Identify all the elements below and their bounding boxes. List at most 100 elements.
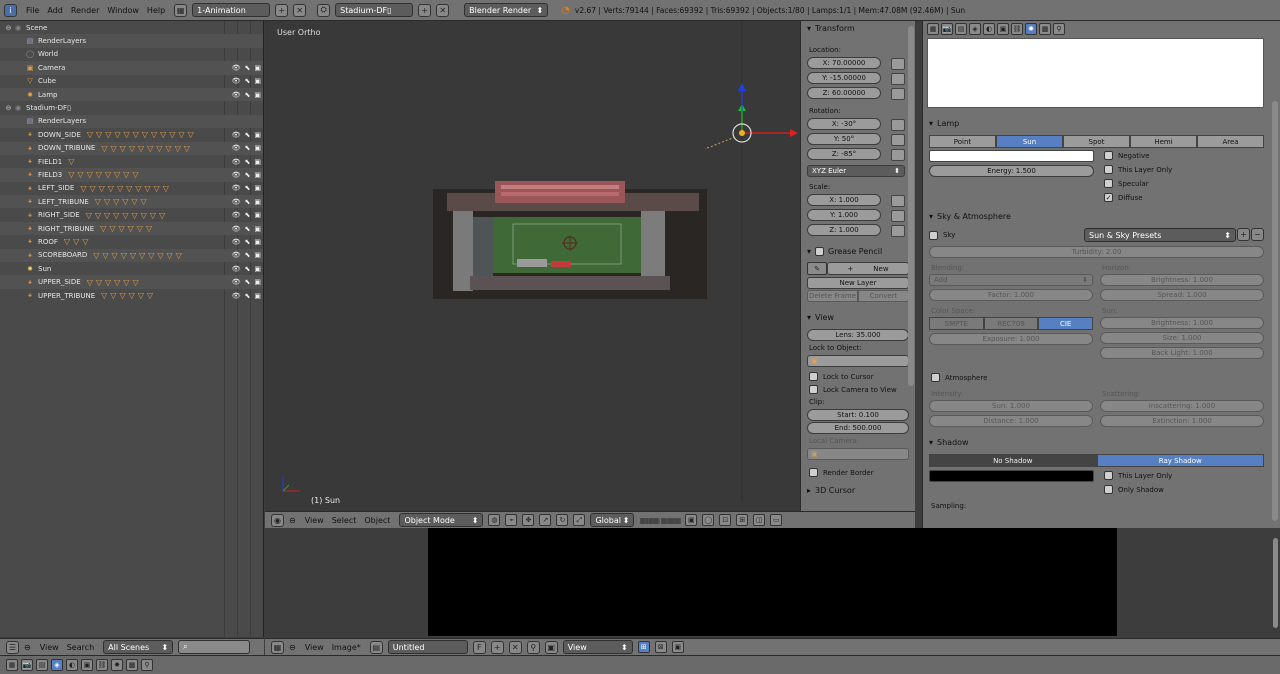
back-light-field[interactable]: Back Light: 1.000 xyxy=(1100,347,1264,359)
scene-icon[interactable]: ⛭ xyxy=(317,3,331,17)
color-space-smpte[interactable]: SMPTE xyxy=(929,317,984,330)
browse-image-icon[interactable]: ▤ xyxy=(369,640,383,654)
outliner-item-label[interactable]: LEFT_TRIBUNE xyxy=(38,198,89,206)
outliner[interactable]: ⊖ ◉ Scene ▤ RenderLayers ◯ World ▣ Camera 👁 ⬉ ▣ ▽ Cub… xyxy=(0,21,264,637)
select-arrow-icon[interactable]: ⬉ xyxy=(245,131,251,139)
select-arrow-icon[interactable]: ⬉ xyxy=(245,144,251,152)
object-tab-icon[interactable]: ▣ xyxy=(81,659,93,671)
checkbox[interactable] xyxy=(809,385,818,394)
render-tab-icon[interactable]: 📷 xyxy=(941,22,953,35)
select-arrow-icon[interactable]: ⬉ xyxy=(245,77,251,85)
local-camera-field[interactable]: ▣ xyxy=(807,448,909,460)
world-tab-icon[interactable]: ◐ xyxy=(66,659,78,671)
outliner-item-label[interactable]: Scene xyxy=(26,24,47,32)
render-camera-icon[interactable]: ▣ xyxy=(254,184,261,192)
clip-start-field[interactable]: Start: 0.100 xyxy=(807,409,909,421)
lamp-type-hemi[interactable]: Hemi xyxy=(1130,135,1197,148)
atm-sun-field[interactable]: Sun: 1.000 xyxy=(929,400,1093,412)
new-layer-button[interactable]: New Layer xyxy=(807,277,909,289)
select-arrow-icon[interactable]: ⬉ xyxy=(245,171,251,179)
outliner-menu-view[interactable]: View xyxy=(36,643,63,652)
render-camera-icon[interactable]: ▣ xyxy=(254,91,261,99)
sun-brightness-field[interactable]: Brightness: 1.000 xyxy=(1100,317,1264,329)
visibility-eye-icon[interactable]: 👁 xyxy=(232,251,241,259)
unlink-image-icon[interactable]: ✕ xyxy=(508,640,522,654)
editor-type-icon[interactable]: ◉ xyxy=(271,513,284,527)
outliner-item-label[interactable]: Sun xyxy=(38,265,51,273)
scene-tab-icon[interactable]: ◈ xyxy=(969,22,981,35)
render-camera-icon[interactable]: ▣ xyxy=(254,171,261,179)
view-panel-header[interactable]: ▾ View xyxy=(801,310,915,325)
screen-layout-field[interactable]: 1-Animation xyxy=(192,3,271,17)
data-tab-icon[interactable]: ✹ xyxy=(1025,22,1037,35)
outliner-row[interactable]: ▤ RenderLayers xyxy=(0,34,263,48)
constraints-tab-icon[interactable]: ⛓ xyxy=(1011,22,1023,35)
image-name-field[interactable]: Untitled xyxy=(387,640,468,654)
render-camera-icon[interactable]: ▣ xyxy=(254,292,261,300)
exposure-field[interactable]: Exposure: 1.000 xyxy=(929,333,1093,345)
loc-field-0[interactable]: X: 70.00000 xyxy=(807,57,881,69)
outliner-item-label[interactable]: ROOF xyxy=(38,238,58,246)
view-menu-select[interactable]: Select xyxy=(328,516,361,525)
outliner-row[interactable]: ⊖ ◉ Stadium-DF▯ xyxy=(0,101,263,114)
scene-field[interactable]: Stadium-DF▯ xyxy=(335,3,414,17)
scl-field-0[interactable]: X: 1.000 xyxy=(807,194,881,206)
lens-field[interactable]: Lens: 35.000 xyxy=(807,329,909,341)
negative-option[interactable]: Negative xyxy=(1104,150,1172,161)
lock-icon[interactable] xyxy=(891,134,905,146)
inscattering-field[interactable]: Inscattering: 1.000 xyxy=(1100,400,1264,412)
render-camera-icon[interactable]: ▣ xyxy=(254,131,261,139)
clip-end-field[interactable]: End: 500.000 xyxy=(807,422,909,434)
outliner-row[interactable]: ⚹ SCOREBOARD ▽▽▽▽▽▽▽▽▽▽ 👁 ⬉ ▣ xyxy=(0,248,263,263)
image-menu-image[interactable]: Image* xyxy=(328,643,365,652)
checkbox[interactable] xyxy=(1104,179,1113,188)
lamp-color-swatch[interactable] xyxy=(929,150,1094,162)
outliner-item-label[interactable]: FIELD1 xyxy=(38,158,62,166)
outliner-item-label[interactable]: RenderLayers xyxy=(38,37,86,45)
transform-panel-header[interactable]: ▾ Transform xyxy=(801,21,915,36)
checkbox[interactable] xyxy=(1104,485,1113,494)
orientation-select[interactable]: Global ⬍ xyxy=(590,513,635,527)
select-arrow-icon[interactable]: ⬉ xyxy=(245,64,251,72)
render-camera-icon[interactable]: ▣ xyxy=(254,278,261,286)
remove-preset-icon[interactable]: − xyxy=(1251,228,1264,241)
fake-user-button[interactable]: F xyxy=(472,640,486,654)
outliner-item-label[interactable]: Lamp xyxy=(38,91,57,99)
lock-camera-option[interactable]: Lock Camera to View xyxy=(801,383,915,396)
render-camera-icon[interactable]: ▣ xyxy=(254,144,261,152)
mode-icon[interactable]: ▣ xyxy=(544,640,558,654)
outliner-row[interactable]: ▤ RenderLayers xyxy=(0,114,263,129)
render-camera-icon[interactable]: ▣ xyxy=(254,265,261,273)
image-editor[interactable] xyxy=(265,528,1280,638)
new-gp-button[interactable]: + New xyxy=(827,262,909,275)
constraints-tab-icon[interactable]: ⛓ xyxy=(96,659,108,671)
render-camera-icon[interactable]: ▣ xyxy=(254,198,261,206)
rot-field-0[interactable]: X: -30° xyxy=(807,118,881,130)
sky-presets-select[interactable]: Sun & Sky Presets ⬍ xyxy=(1084,228,1236,242)
outliner-item-label[interactable]: RIGHT_SIDE xyxy=(38,211,80,219)
visibility-eye-icon[interactable]: 👁 xyxy=(232,158,241,166)
specular-option[interactable]: Specular xyxy=(1104,175,1172,189)
data-tab-icon[interactable]: ✹ xyxy=(111,659,123,671)
grease-pencil-header[interactable]: ▾ Grease Pencil xyxy=(801,244,915,259)
shadow-color-swatch[interactable] xyxy=(929,470,1094,482)
select-arrow-icon[interactable]: ⬉ xyxy=(245,211,251,219)
layers-tab-icon[interactable]: ▤ xyxy=(955,22,967,35)
sun-size-field[interactable]: Size: 1.000 xyxy=(1100,332,1264,344)
z-buffer-icon[interactable]: ▣ xyxy=(671,641,684,653)
outliner-row[interactable]: ⚹ DOWN_SIDE ▽▽▽▽▽▽▽▽▽▽▽▽ 👁 ⬉ ▣ xyxy=(0,128,263,141)
shadow-panel-header[interactable]: ▾ Shadow xyxy=(923,435,1280,450)
lamp-type-spot[interactable]: Spot xyxy=(1063,135,1130,148)
outliner-item-label[interactable]: Cube xyxy=(38,77,56,85)
mode-select[interactable]: Object Mode ⬍ xyxy=(399,513,484,527)
lamp-type-sun[interactable]: Sun xyxy=(996,135,1063,148)
checkbox[interactable] xyxy=(809,468,818,477)
translate-icon[interactable]: ↗ xyxy=(539,514,552,526)
render-engine-select[interactable]: Blender Render ⬍ xyxy=(464,3,549,17)
select-arrow-icon[interactable]: ⬉ xyxy=(245,91,251,99)
object-tab-icon[interactable]: ▣ xyxy=(997,22,1009,35)
outliner-item-label[interactable]: SCOREBOARD xyxy=(38,251,87,259)
select-arrow-icon[interactable]: ⬉ xyxy=(245,265,251,273)
visibility-eye-icon[interactable]: 👁 xyxy=(232,238,241,246)
outliner-row[interactable]: ⚹ RIGHT_SIDE ▽▽▽▽▽▽▽▽▽ 👁 ⬉ ▣ xyxy=(0,208,263,221)
